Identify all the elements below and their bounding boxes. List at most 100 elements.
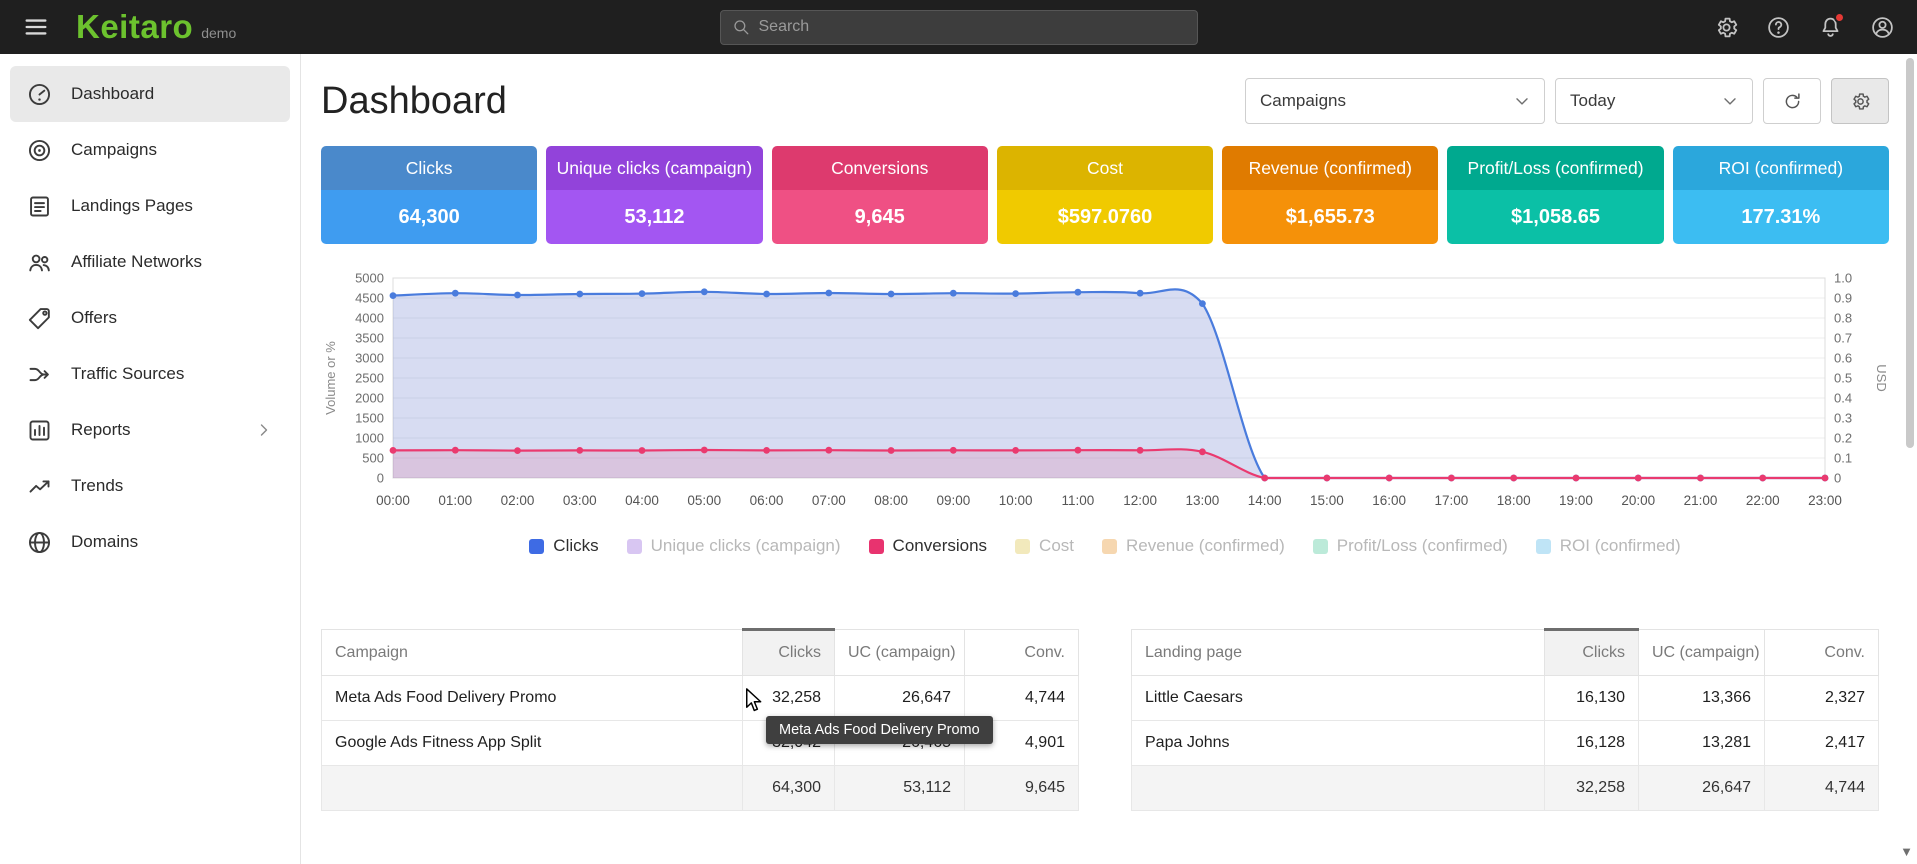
topbar-icons [1714,15,1895,40]
landings-icon [26,193,53,220]
grouping-select[interactable]: Campaigns [1245,78,1545,124]
legend-item-revenue-confirmed[interactable]: Revenue (confirmed) [1102,536,1285,556]
legend-swatch [1313,539,1328,554]
column-header-clicks[interactable]: Clicks [743,630,835,676]
grouping-select-value: Campaigns [1260,91,1346,111]
legend-swatch [1102,539,1117,554]
svg-text:2500: 2500 [355,371,384,386]
total-cell: 64,300 [743,766,835,811]
metric-card-profit-loss-confirmed[interactable]: Profit/Loss (confirmed)$1,058.65 [1447,146,1663,244]
table-row[interactable]: Meta Ads Food Delivery Promo32,25826,647… [322,676,1079,721]
main-header: Dashboard Campaigns Today [321,78,1889,124]
svg-text:02:00: 02:00 [501,493,535,508]
svg-text:22:00: 22:00 [1746,493,1780,508]
column-header-clicks[interactable]: Clicks [1545,630,1639,676]
search-icon [732,18,750,36]
metric-label: ROI (confirmed) [1673,146,1889,190]
row-value-cell: 16,128 [1545,721,1639,766]
sidebar-item-label: Traffic Sources [71,364,184,384]
svg-text:11:00: 11:00 [1061,493,1094,508]
legend-item-roi-confirmed[interactable]: ROI (confirmed) [1536,536,1681,556]
trends-icon [26,473,53,500]
row-label-cell[interactable]: Meta Ads Food Delivery Promo [322,676,743,721]
sidebar-item-landings-pages[interactable]: Landings Pages [10,178,290,234]
sidebar-item-affiliate-networks[interactable]: Affiliate Networks [10,234,290,290]
metric-card-cost[interactable]: Cost$597.0760 [997,146,1213,244]
sidebar-item-domains[interactable]: Domains [10,514,290,570]
svg-text:16:00: 16:00 [1372,493,1406,508]
column-header-uc-campaign[interactable]: UC (campaign) [1639,630,1765,676]
svg-text:09:00: 09:00 [936,493,970,508]
total-cell: 4,744 [1765,766,1879,811]
svg-text:2000: 2000 [355,391,384,406]
row-label-cell[interactable]: Google Ads Fitness App Split [322,721,743,766]
legend-label: Profit/Loss (confirmed) [1337,536,1508,556]
column-header-landing-page[interactable]: Landing page [1132,630,1545,676]
legend-item-profit-loss-confirmed[interactable]: Profit/Loss (confirmed) [1313,536,1508,556]
table-row[interactable]: Little Caesars16,13013,3662,327 [1132,676,1879,721]
legend-label: Revenue (confirmed) [1126,536,1285,556]
svg-text:0.2: 0.2 [1834,431,1852,446]
dashboard-settings-button[interactable] [1831,78,1889,124]
chevron-down-icon [1720,91,1740,111]
svg-text:0.5: 0.5 [1834,371,1852,386]
table-header-row: CampaignClicksUC (campaign)Conv. [322,630,1079,676]
svg-text:20:00: 20:00 [1621,493,1655,508]
column-header-conv[interactable]: Conv. [965,630,1079,676]
total-cell: 53,112 [835,766,965,811]
account-icon[interactable] [1870,15,1895,40]
metric-label: Revenue (confirmed) [1222,146,1438,190]
scrollbar-thumb[interactable] [1906,58,1914,448]
metric-card-revenue-confirmed[interactable]: Revenue (confirmed)$1,655.73 [1222,146,1438,244]
app-logo[interactable]: Keitaro demo [76,8,236,46]
total-cell: 32,258 [1545,766,1639,811]
traffic-chart[interactable]: 0500100015002000250030003500400045005000… [321,268,1889,514]
sidebar-item-offers[interactable]: Offers [10,290,290,346]
svg-text:05:00: 05:00 [687,493,721,508]
sidebar-item-campaigns[interactable]: Campaigns [10,122,290,178]
scroll-down-arrow[interactable]: ▼ [1900,844,1913,859]
svg-text:0.8: 0.8 [1834,311,1852,326]
sidebar-item-reports[interactable]: Reports [10,402,290,458]
sidebar-item-traffic-sources[interactable]: Traffic Sources [10,346,290,402]
tooltip: Meta Ads Food Delivery Promo [766,716,993,744]
menu-icon[interactable] [22,13,50,41]
metric-card-clicks[interactable]: Clicks64,300 [321,146,537,244]
svg-text:1500: 1500 [355,411,384,426]
main-content: Dashboard Campaigns Today [301,54,1917,864]
metric-label: Unique clicks (campaign) [546,146,762,190]
legend-item-cost[interactable]: Cost [1015,536,1074,556]
chart-wrap: 0500100015002000250030003500400045005000… [321,268,1889,514]
search-box [720,10,1198,45]
sidebar-item-trends[interactable]: Trends [10,458,290,514]
table-row[interactable]: Papa Johns16,12813,2812,417 [1132,721,1879,766]
row-label-cell[interactable]: Papa Johns [1132,721,1545,766]
row-value-cell: 13,281 [1639,721,1765,766]
search-input[interactable] [759,18,1186,36]
notification-dot [1834,12,1845,23]
svg-text:06:00: 06:00 [750,493,784,508]
metric-card-conversions[interactable]: Conversions9,645 [772,146,988,244]
svg-text:19:00: 19:00 [1559,493,1593,508]
legend-item-unique-clicks-campaign[interactable]: Unique clicks (campaign) [627,536,841,556]
row-value-cell: 13,366 [1639,676,1765,721]
legend-swatch [1015,539,1030,554]
metric-card-unique-clicks-campaign[interactable]: Unique clicks (campaign)53,112 [546,146,762,244]
column-header-conv[interactable]: Conv. [1765,630,1879,676]
legend-item-clicks[interactable]: Clicks [529,536,598,556]
settings-icon[interactable] [1714,15,1739,40]
date-range-select[interactable]: Today [1555,78,1753,124]
help-icon[interactable] [1766,15,1791,40]
svg-text:3500: 3500 [355,331,384,346]
column-header-uc-campaign[interactable]: UC (campaign) [835,630,965,676]
metric-card-roi-confirmed[interactable]: ROI (confirmed)177.31% [1673,146,1889,244]
notifications-bell-icon[interactable] [1818,15,1843,40]
refresh-button[interactable] [1763,78,1821,124]
sidebar-item-dashboard[interactable]: Dashboard [10,66,290,122]
column-header-campaign[interactable]: Campaign [322,630,743,676]
sidebar: DashboardCampaignsLandings PagesAffiliat… [0,54,301,864]
legend-item-conversions[interactable]: Conversions [869,536,988,556]
svg-text:18:00: 18:00 [1497,493,1531,508]
row-label-cell[interactable]: Little Caesars [1132,676,1545,721]
sidebar-item-label: Offers [71,308,117,328]
